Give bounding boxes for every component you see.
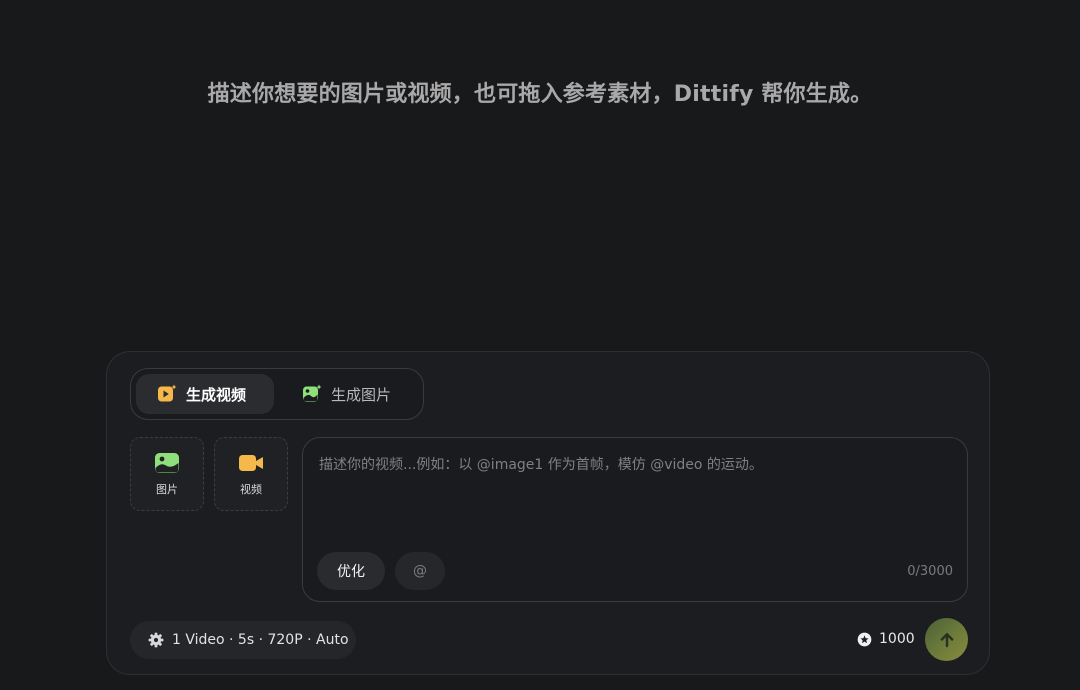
gear-icon: [148, 632, 164, 648]
tab-generate-video[interactable]: 生成视频: [136, 374, 274, 414]
generation-settings-button[interactable]: 1 Video · 5s · 720P · Auto: [130, 621, 356, 659]
send-button[interactable]: [925, 618, 968, 661]
video-camera-icon: [239, 454, 263, 471]
optimize-button[interactable]: 优化: [317, 552, 385, 590]
page-headline: 描述你想要的图片或视频，也可拖入参考素材，Dittify 帮你生成。: [207, 82, 873, 107]
tab-generate-image-label: 生成图片: [331, 385, 392, 404]
image-generate-icon: [303, 384, 322, 402]
add-video-asset-button[interactable]: 视频: [214, 437, 288, 511]
credits-display: 1000: [857, 631, 915, 647]
generation-settings-summary: 1 Video · 5s · 720P · Auto: [172, 632, 349, 648]
image-upload-icon: [155, 452, 179, 473]
credits-amount: 1000: [879, 631, 915, 647]
mention-button[interactable]: @: [395, 552, 445, 590]
add-image-asset-button[interactable]: 图片: [130, 437, 204, 511]
composer-panel: 生成视频 生成图片 图片 视频 优化 @ 0/3000: [106, 351, 990, 675]
character-counter: 0/3000: [907, 564, 953, 579]
prompt-box: 优化 @ 0/3000: [302, 437, 968, 602]
mode-tabs: 生成视频 生成图片: [130, 368, 424, 420]
tab-generate-video-label: 生成视频: [186, 385, 247, 404]
prompt-input[interactable]: [319, 454, 949, 544]
tab-generate-image[interactable]: 生成图片: [299, 374, 419, 414]
credit-coin-icon: [857, 632, 872, 646]
video-generate-icon: [158, 384, 177, 402]
add-video-asset-label: 视频: [240, 482, 262, 496]
arrow-up-icon: [940, 632, 953, 647]
add-image-asset-label: 图片: [156, 482, 178, 496]
